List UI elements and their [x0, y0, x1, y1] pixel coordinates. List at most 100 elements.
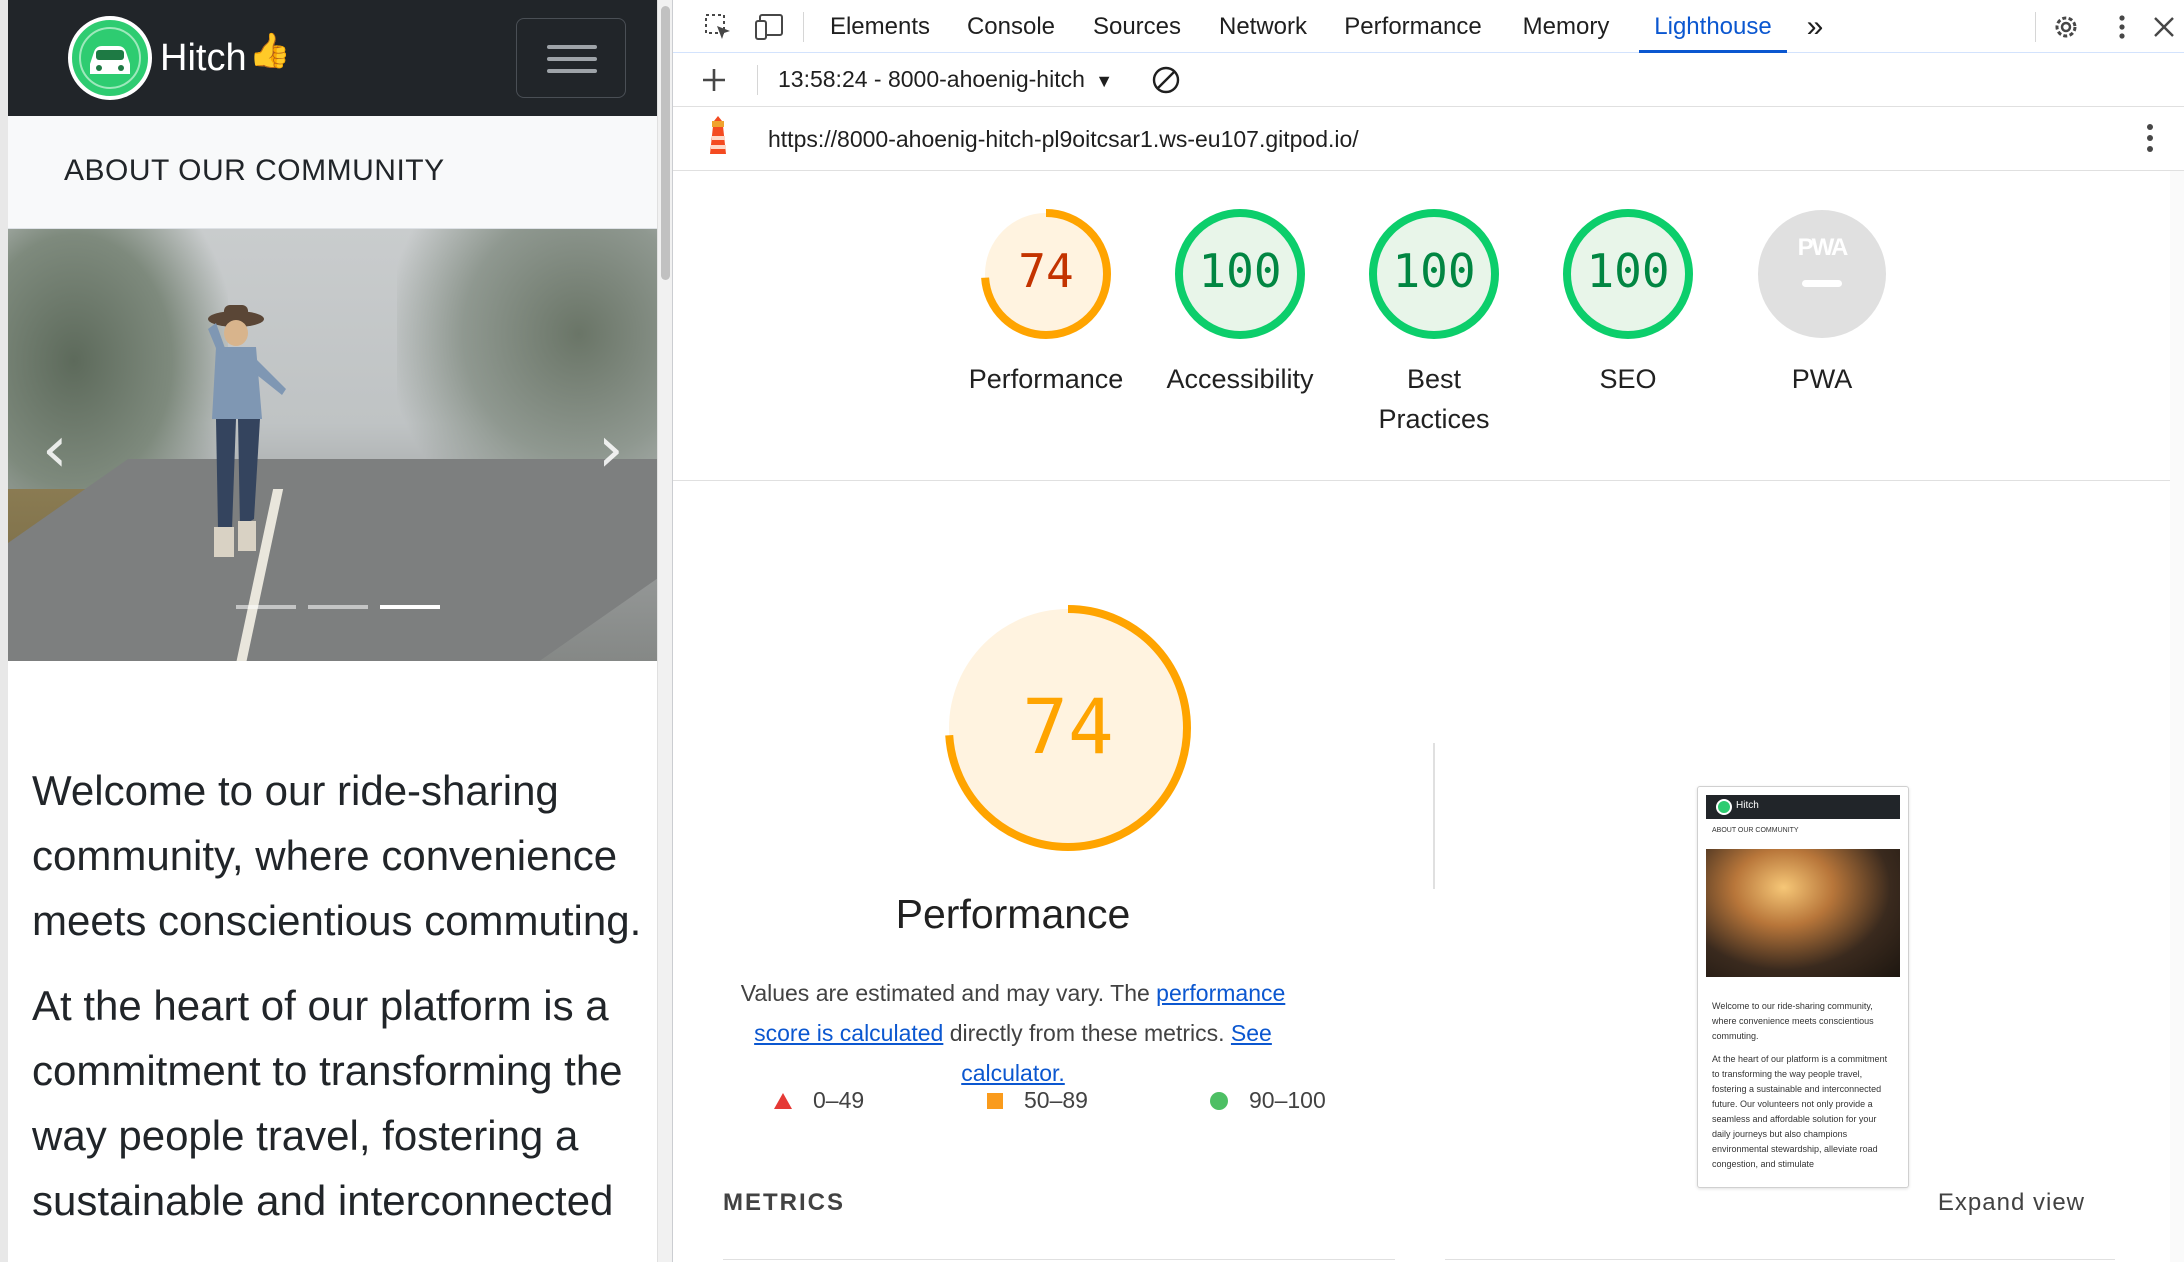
devtools-panel: Elements Console Sources Network Perform…: [672, 0, 2184, 1262]
section-header: ABOUT OUR COMMUNITY: [8, 116, 657, 229]
report-url-bar: https://8000-ahoenig-hitch-pl9oitcsar1.w…: [673, 107, 2184, 171]
hitch-logo-icon: [68, 16, 152, 100]
metrics-divider: [723, 1259, 1395, 1260]
performance-score-gauge: 74: [981, 209, 1111, 339]
tab-performance[interactable]: Performance: [1333, 0, 1493, 53]
pwa-badge-background: [1758, 210, 1886, 338]
carousel-prev-button[interactable]: ‹: [42, 413, 68, 487]
report-selector[interactable]: 13:58:24 - 8000-ahoenig-hitch ▼: [778, 66, 1113, 93]
device-toolbar-icon[interactable]: [753, 10, 787, 44]
more-tabs-button[interactable]: »: [1793, 0, 1837, 53]
square-icon: [987, 1092, 1003, 1109]
site-page: Hitch 👍 ABOUT OUR COMMUNITY ‹ › Welcome …: [8, 0, 657, 1262]
tab-network[interactable]: Network: [1207, 0, 1319, 53]
thumbs-up-icon: 👍: [248, 32, 291, 70]
toolbar-divider: [803, 12, 804, 42]
site-navbar: Hitch 👍: [8, 0, 657, 116]
gauge-best-practices[interactable]: 100 Best Practices: [1349, 207, 1519, 439]
expand-view-button[interactable]: Expand view: [1938, 1189, 2085, 1217]
gauge-performance[interactable]: 74 Performance: [961, 207, 1131, 399]
legend-fail: 0–49: [773, 1087, 864, 1114]
thumbnail-section-title: ABOUT OUR COMMUNITY: [1712, 827, 1799, 834]
gauge-label: Accessibility: [1166, 364, 1314, 394]
report-menu-icon[interactable]: [2133, 121, 2167, 155]
pwa-badge-gauge: PWA: [1758, 210, 1886, 338]
circle-icon: [1210, 1091, 1228, 1110]
tab-sources[interactable]: Sources: [1083, 0, 1191, 53]
site-scrollbar[interactable]: [657, 0, 672, 1262]
new-report-plus-icon[interactable]: [697, 63, 731, 97]
metrics-header: METRICS Expand view: [723, 1181, 2113, 1241]
settings-gear-icon[interactable]: [2049, 10, 2083, 44]
report-url: https://8000-ahoenig-hitch-pl9oitcsar1.w…: [768, 126, 1359, 152]
tab-lighthouse[interactable]: Lighthouse: [1639, 0, 1787, 53]
carousel-indicator-active[interactable]: [380, 605, 440, 609]
gauge-accessibility[interactable]: 100 Accessibility: [1155, 207, 1325, 399]
performance-big-gauge: 74: [941, 601, 1195, 860]
thumbnail-paragraph: Welcome to our ride-sharing community, w…: [1712, 1001, 1874, 1041]
legend-pass: 90–100: [1209, 1087, 1326, 1114]
thumbnail-logo-icon: [1716, 799, 1732, 815]
seo-score-gauge: 100: [1563, 209, 1693, 339]
report-scrollbar[interactable]: [2170, 171, 2184, 1262]
metrics-divider: [1445, 1259, 2115, 1260]
legend-average: 50–89: [986, 1087, 1088, 1114]
category-gauges: 74 Performance 100 Accessibility 100 Bes…: [673, 171, 2170, 481]
brand-name: Hitch: [160, 36, 247, 79]
inspect-element-icon[interactable]: [701, 10, 735, 44]
carousel-image-road: [8, 459, 657, 661]
report-selector-label: 13:58:24 - 8000-ahoenig-hitch: [778, 66, 1085, 92]
carousel-indicators: [236, 605, 440, 609]
image-carousel[interactable]: ‹ ›: [8, 229, 657, 661]
thumbnail-brand: Hitch: [1736, 800, 1759, 811]
hamburger-line: [547, 57, 597, 61]
carousel-indicator[interactable]: [236, 605, 296, 609]
desc-middle: directly from these metrics.: [943, 1020, 1231, 1046]
gauge-label: PWA: [1791, 364, 1853, 394]
gauge-score: 100: [1198, 244, 1281, 298]
performance-title: Performance: [895, 891, 1131, 937]
carousel-next-button[interactable]: ›: [598, 413, 624, 487]
dropdown-triangle-icon: ▼: [1095, 71, 1114, 91]
thumbnail-carousel-image: [1706, 849, 1900, 977]
more-options-icon[interactable]: [2105, 10, 2139, 44]
clear-reports-icon[interactable]: [1149, 63, 1183, 97]
section-title: ABOUT OUR COMMUNITY: [64, 154, 445, 187]
desc-prefix: Values are estimated and may vary. The: [740, 980, 1157, 1006]
hamburger-line: [547, 45, 597, 49]
final-screenshot-thumbnail[interactable]: Hitch ABOUT OUR COMMUNITY Welcome to our…: [1697, 786, 1909, 1188]
thumbnail-paragraph: At the heart of our platform is a commit…: [1712, 1054, 1888, 1169]
hamburger-line: [547, 69, 597, 73]
pwa-badge-text: PWA: [1798, 234, 1848, 261]
performance-section: 74 Performance Values are estimated and …: [673, 481, 2170, 1262]
metrics-title: METRICS: [723, 1189, 845, 1216]
gauge-label: Best Practices: [1378, 364, 1490, 434]
site-brand[interactable]: Hitch 👍: [68, 16, 291, 100]
devtools-tabbar: Elements Console Sources Network Perform…: [673, 0, 2184, 53]
tab-console[interactable]: Console: [955, 0, 1067, 53]
toolbar-divider: [757, 65, 758, 95]
tab-elements[interactable]: Elements: [821, 0, 939, 53]
thumbnail-text: Welcome to our ride-sharing community, w…: [1712, 999, 1896, 1180]
navbar-toggler-button[interactable]: [516, 18, 626, 98]
toolbar-divider: [2035, 12, 2036, 42]
site-preview: Hitch 👍 ABOUT OUR COMMUNITY ‹ › Welcome …: [0, 0, 672, 1262]
tab-memory[interactable]: Memory: [1509, 0, 1623, 53]
site-scrollbar-thumb[interactable]: [661, 6, 670, 280]
body-paragraph: At the heart of our platform is a commit…: [32, 982, 623, 1224]
hitchhiker-figure: [208, 305, 286, 557]
best-practices-score-gauge: 100: [1369, 209, 1499, 339]
carousel-indicator[interactable]: [308, 605, 368, 609]
gauge-pwa[interactable]: PWA PWA: [1737, 207, 1907, 399]
legend-range: 0–49: [813, 1087, 865, 1113]
lighthouse-toolbar: 13:58:24 - 8000-ahoenig-hitch ▼: [673, 53, 2184, 107]
gauge-seo[interactable]: 100 SEO: [1543, 207, 1713, 399]
performance-description: Values are estimated and may vary. The p…: [733, 973, 1293, 1093]
accessibility-score-gauge: 100: [1175, 209, 1305, 339]
lighthouse-logo-icon: [701, 116, 735, 154]
performance-large-gauge: 74: [945, 605, 1191, 851]
gauge-score: 100: [1392, 244, 1475, 298]
thumbnail-navbar: Hitch: [1706, 795, 1900, 819]
legend-range: 90–100: [1249, 1087, 1326, 1113]
close-devtools-icon[interactable]: [2147, 10, 2181, 44]
